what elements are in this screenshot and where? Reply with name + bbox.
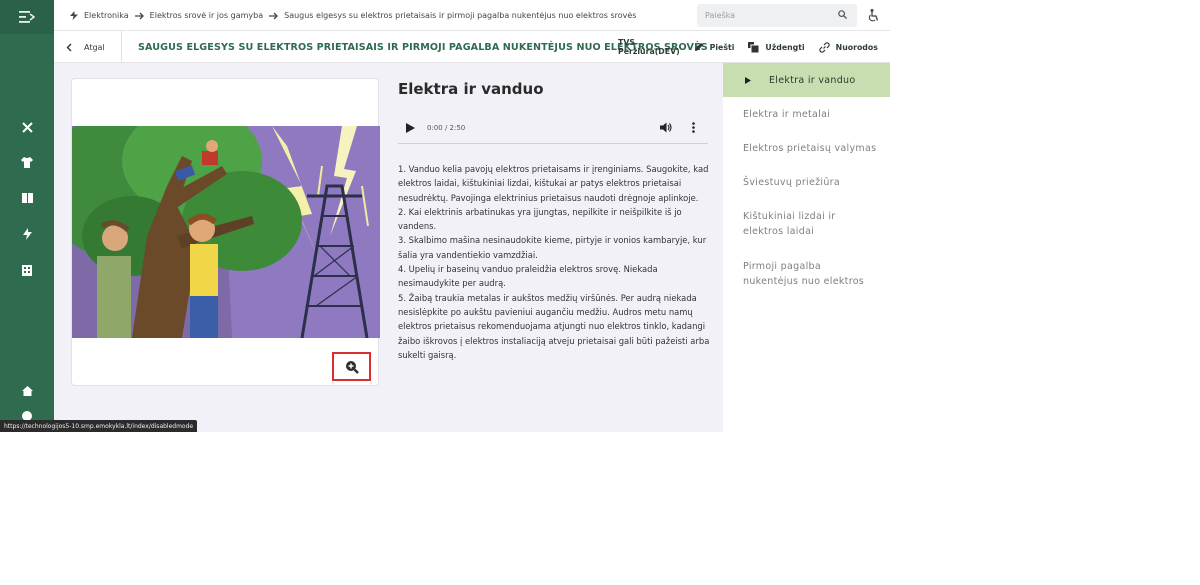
paragraph: 1. Vanduo kelia pavojų elektros prietais… (398, 164, 709, 203)
cover-icon (748, 41, 760, 53)
search-placeholder: Paieška (705, 11, 736, 20)
building-button[interactable] (0, 260, 54, 280)
play-arrow-icon (745, 76, 751, 84)
pencil-icon (694, 43, 703, 51)
draw-button[interactable]: Piešti (694, 42, 735, 52)
top-bar: Elektronika Elektros srovė ir jos gamyba… (54, 0, 890, 31)
topic-item-first-aid[interactable]: Pirmoji pagalba nukentėjus nuo elektros (723, 259, 873, 289)
draw-label: Piešti (709, 42, 735, 52)
topic-item-sockets[interactable]: Kištukiniai lizdai ir elektros laidai (723, 209, 873, 239)
lightning-icon (70, 11, 78, 20)
menu-collapse-icon (19, 11, 35, 23)
book-button[interactable] (0, 188, 54, 208)
book-icon (21, 193, 33, 203)
tools-button[interactable] (0, 117, 54, 137)
paragraph: 3. Skalbimo mašina nesinaudokite kieme, … (398, 235, 707, 260)
paragraph: 4. Upelių ir baseinų vanduo praleidžia e… (398, 264, 658, 289)
accessibility-button[interactable] (868, 7, 879, 26)
storm-tree-image (72, 126, 380, 338)
tvs-preview-label: TVS Peržiūra(DEV) (618, 38, 680, 56)
tools-icon (21, 121, 33, 133)
status-bar-url: https://technologijos5-10.smp.emokykla.l… (0, 420, 198, 432)
more-options-icon[interactable] (692, 122, 695, 133)
topic-item-lamps[interactable]: Šviestuvų priežiūra (723, 175, 890, 190)
accessibility-icon (868, 9, 879, 22)
illustration-card (71, 78, 380, 386)
topic-item-water[interactable]: Elektra ir vanduo (723, 63, 890, 97)
topic-nav: Elektra ir vanduo Elektra ir metalai Ele… (723, 63, 890, 432)
paragraph: 2. Kai elektrinis arbatinukas yra įjungt… (398, 206, 682, 232)
topic-item-cleaning[interactable]: Elektros prietaisų valymas (723, 141, 890, 156)
divider (121, 31, 122, 63)
zoom-in-icon (345, 360, 359, 374)
cover-button[interactable]: Uždengti (748, 41, 805, 53)
lesson-text: 1. Vanduo kelia pavojų elektros prietais… (398, 162, 710, 362)
breadcrumb-item-current-page: Saugus elgesys su elektros prietaisais i… (284, 11, 637, 20)
back-button[interactable]: Atgal (66, 31, 105, 63)
clothing-button[interactable] (0, 152, 54, 172)
home-icon (21, 386, 33, 396)
breadcrumb-item-current-generation[interactable]: Elektros srovė ir jos gamyba (150, 11, 263, 20)
building-icon (22, 264, 32, 276)
lightning-icon (22, 228, 32, 240)
left-rail (0, 0, 54, 432)
arrow-right-icon (134, 12, 144, 20)
links-label: Nuorodos (835, 42, 878, 52)
link-icon (819, 41, 830, 53)
zoom-in-button[interactable] (332, 352, 371, 381)
breadcrumb-item-electronics[interactable]: Elektronika (84, 11, 129, 20)
toolbar: TVS Peržiūra(DEV) Piešti Uždengti Nuorod… (618, 31, 892, 63)
volume-icon[interactable] (660, 122, 672, 133)
breadcrumb: Elektronika Elektros srovė ir jos gamyba… (70, 0, 636, 31)
app-window: Elektronika Elektros srovė ir jos gamyba… (0, 0, 890, 432)
lesson-header-bar: Atgal SAUGUS ELGESYS SU ELEKTROS PRIETAI… (54, 31, 890, 63)
audio-time: 0:00 / 2:50 (427, 124, 466, 132)
tvs-preview-button[interactable]: TVS Peržiūra(DEV) (618, 38, 680, 56)
lesson-illustration (72, 126, 380, 338)
shirt-icon (21, 156, 33, 168)
home-button[interactable] (0, 381, 54, 401)
menu-toggle-button[interactable] (0, 0, 54, 34)
topic-label: Elektra ir vanduo (769, 74, 856, 86)
lesson-title: Elektra ir vanduo (398, 80, 544, 98)
electricity-button[interactable] (0, 224, 54, 244)
topic-item-metals[interactable]: Elektra ir metalai (723, 107, 890, 122)
audio-player: 0:00 / 2:50 (398, 115, 708, 144)
audio-progress-track[interactable] (398, 143, 708, 144)
cover-label: Uždengti (765, 42, 805, 52)
chevron-left-icon (66, 43, 72, 51)
paragraph: 5. Žaibą traukia metalas ir aukštos medž… (398, 292, 710, 360)
play-icon[interactable] (406, 123, 415, 133)
search-icon[interactable] (838, 10, 847, 19)
arrow-right-icon (269, 12, 279, 20)
back-label: Atgal (84, 42, 105, 52)
search-input[interactable]: Paieška (697, 4, 857, 27)
links-button[interactable]: Nuorodos (819, 41, 878, 53)
